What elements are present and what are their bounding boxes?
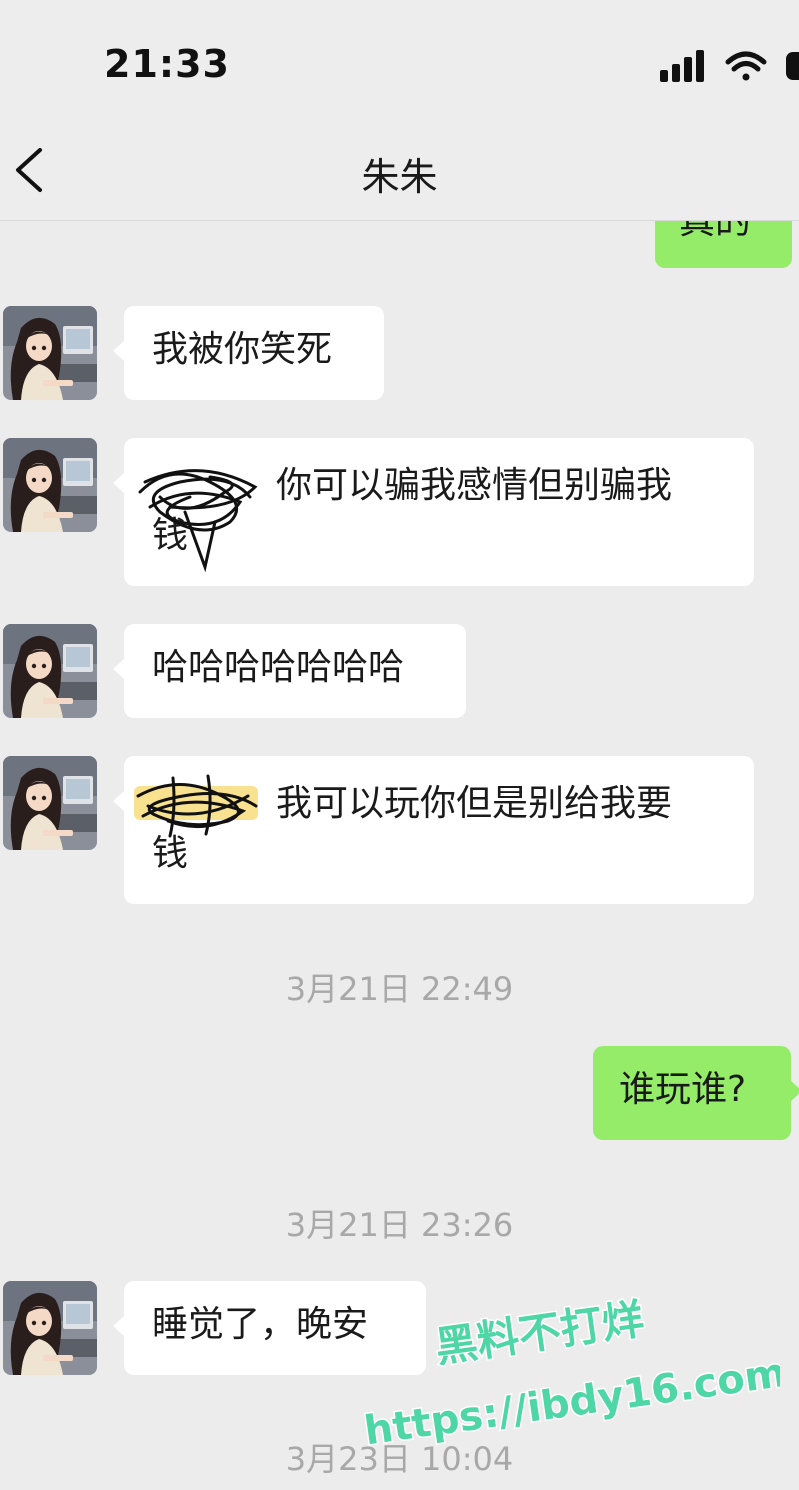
watermark-line2: https://ibdy16.com [361,1350,780,1455]
watermark: 黑料不打烊 https://ibdy16.com [360,1293,780,1455]
message-bubble-outgoing[interactable]: 谁玩谁? [593,1046,799,1140]
redaction-scribble [138,469,258,572]
message-text: 哈哈哈哈哈哈哈 [152,647,405,688]
message-text: 真的 [679,220,752,242]
contact-avatar[interactable] [3,438,97,532]
message-bubble-incoming[interactable]: 你可以骗我感情但别骗我 钱 [113,438,754,586]
timestamp: 3月21日 23:26 [285,1206,514,1244]
wifi-icon [725,51,767,81]
message-text: 我被你笑死 [152,329,333,370]
watermark-line1: 黑料不打烊 [432,1294,647,1372]
message-text: 谁玩谁? [619,1069,747,1110]
contact-avatar[interactable] [3,1281,97,1375]
redaction-scribble [134,774,258,838]
contact-avatar[interactable] [3,624,97,718]
contact-avatar[interactable] [3,306,97,400]
message-bubble-incoming[interactable]: 我可以玩你但是别给我要 钱 [113,756,754,904]
status-time: 21:33 [104,42,230,86]
chat-title: 朱朱 [361,155,438,199]
message-bubble-incoming[interactable]: 哈哈哈哈哈哈哈 [113,624,466,718]
chat-header: 朱朱 [0,120,799,221]
signal-bars-icon [660,50,704,82]
battery-icon [786,52,799,80]
timestamp: 3月21日 22:49 [285,970,514,1008]
message-bubble-outgoing[interactable]: 真的 [655,220,792,268]
message-bubble-incoming[interactable]: 我被你笑死 [113,306,384,400]
contact-avatar[interactable] [3,756,97,850]
status-icons [658,48,799,84]
status-bar: 21:33 [0,0,799,120]
